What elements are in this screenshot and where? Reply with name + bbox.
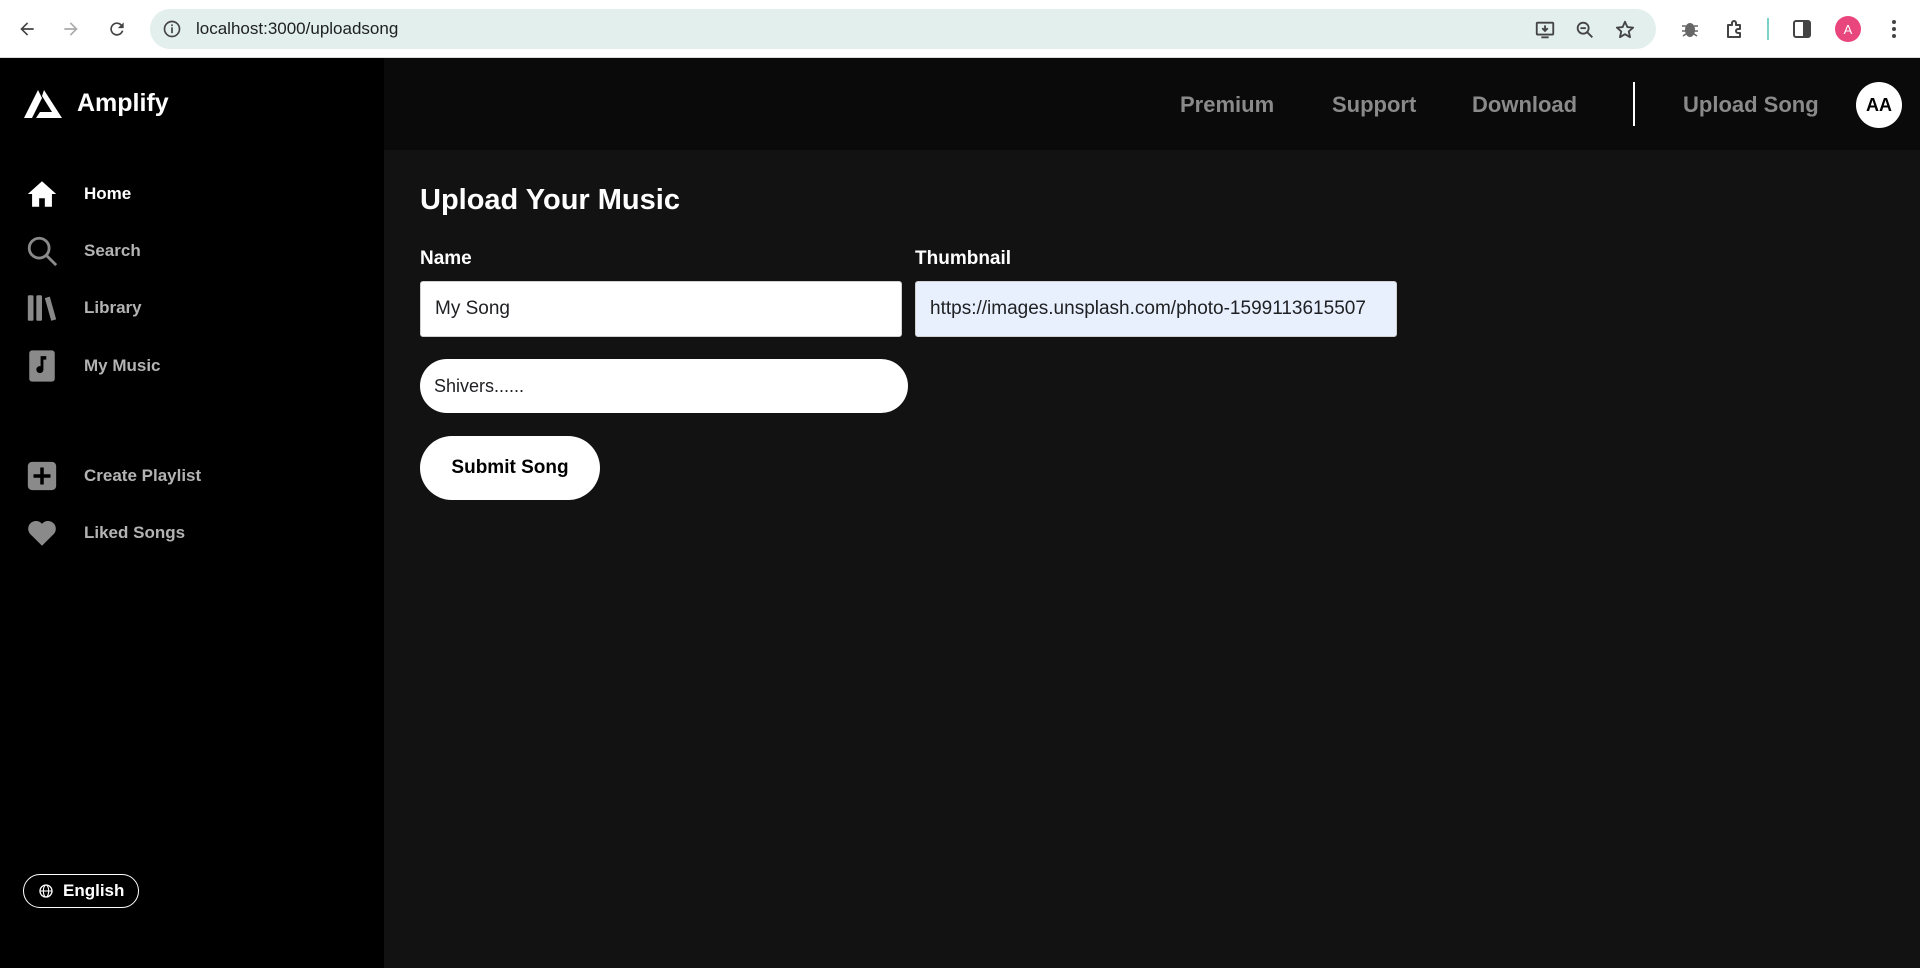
brand-logo[interactable]: Amplify [22, 86, 169, 120]
more-menu-icon[interactable] [1882, 17, 1906, 41]
sidebar-item-label: Library [84, 298, 142, 317]
brand-name: Amplify [77, 88, 169, 117]
arrow-right-icon [64, 22, 78, 36]
user-avatar[interactable]: AA [1856, 82, 1902, 128]
plus-square-icon [27, 461, 57, 491]
zoom-icon[interactable] [1574, 19, 1596, 41]
side-panel-icon[interactable] [1790, 17, 1814, 41]
music-note-icon [29, 350, 55, 382]
liked-songs-label: Liked Songs [84, 523, 186, 542]
create-playlist-label: Create Playlist [84, 466, 202, 485]
support-link[interactable]: Support [1332, 92, 1416, 118]
page-title: Upload Your Music [420, 184, 680, 216]
download-link[interactable]: Download [1472, 92, 1577, 118]
track-file-input[interactable] [420, 359, 908, 413]
browser-toolbar: localhost:3000/uploadsong A [0, 0, 1920, 58]
profile-avatar[interactable]: A [1835, 16, 1861, 42]
sidebar-item-home[interactable]: Home [24, 176, 131, 212]
top-nav: Premium Support Download Upload Song AA [384, 58, 1920, 150]
back-button[interactable] [12, 14, 42, 44]
upload-song-link[interactable]: Upload Song [1683, 92, 1819, 118]
library-icon [27, 295, 57, 321]
heart-icon [28, 520, 56, 546]
thumbnail-label: Thumbnail [915, 248, 1012, 269]
bookmark-star-icon[interactable] [1614, 19, 1636, 41]
sidebar-item-library[interactable]: Library [24, 290, 142, 326]
sidebar-item-label: My Music [84, 356, 161, 375]
extensions-puzzle-icon[interactable] [1723, 17, 1747, 41]
sidebar-item-label: Search [84, 241, 141, 260]
submit-song-button[interactable]: Submit Song [420, 436, 600, 500]
create-playlist-button[interactable]: Create Playlist [24, 458, 201, 494]
search-icon [27, 236, 58, 267]
reload-icon [110, 22, 124, 36]
site-info-icon[interactable] [162, 19, 182, 39]
bug-extension-icon[interactable] [1678, 17, 1702, 41]
name-label: Name [420, 248, 472, 269]
thumbnail-input[interactable] [915, 281, 1397, 337]
language-label: English [63, 881, 125, 900]
address-bar[interactable]: localhost:3000/uploadsong [150, 9, 1656, 49]
liked-songs-button[interactable]: Liked Songs [24, 515, 185, 551]
toolbar-divider [1767, 18, 1769, 40]
premium-link[interactable]: Premium [1180, 92, 1274, 118]
name-input[interactable] [420, 281, 902, 337]
url-text: localhost:3000/uploadsong [196, 19, 399, 38]
sidebar-item-search[interactable]: Search [24, 233, 141, 269]
install-app-icon[interactable] [1534, 19, 1556, 41]
sidebar-item-my-music[interactable]: My Music [24, 348, 161, 384]
amplify-logo-icon [24, 90, 62, 118]
globe-icon [39, 884, 53, 898]
sidebar-item-label: Home [84, 184, 132, 203]
language-button[interactable]: English [23, 874, 140, 908]
home-icon [27, 181, 57, 207]
nav-divider [1633, 82, 1635, 126]
forward-button[interactable] [56, 14, 86, 44]
upload-form-section: Upload Your Music Name Thumbnail Submit … [384, 150, 1920, 968]
sidebar: Amplify Home Search Library My Music Cre… [0, 58, 384, 968]
arrow-left-icon [20, 22, 34, 36]
reload-button[interactable] [102, 14, 132, 44]
